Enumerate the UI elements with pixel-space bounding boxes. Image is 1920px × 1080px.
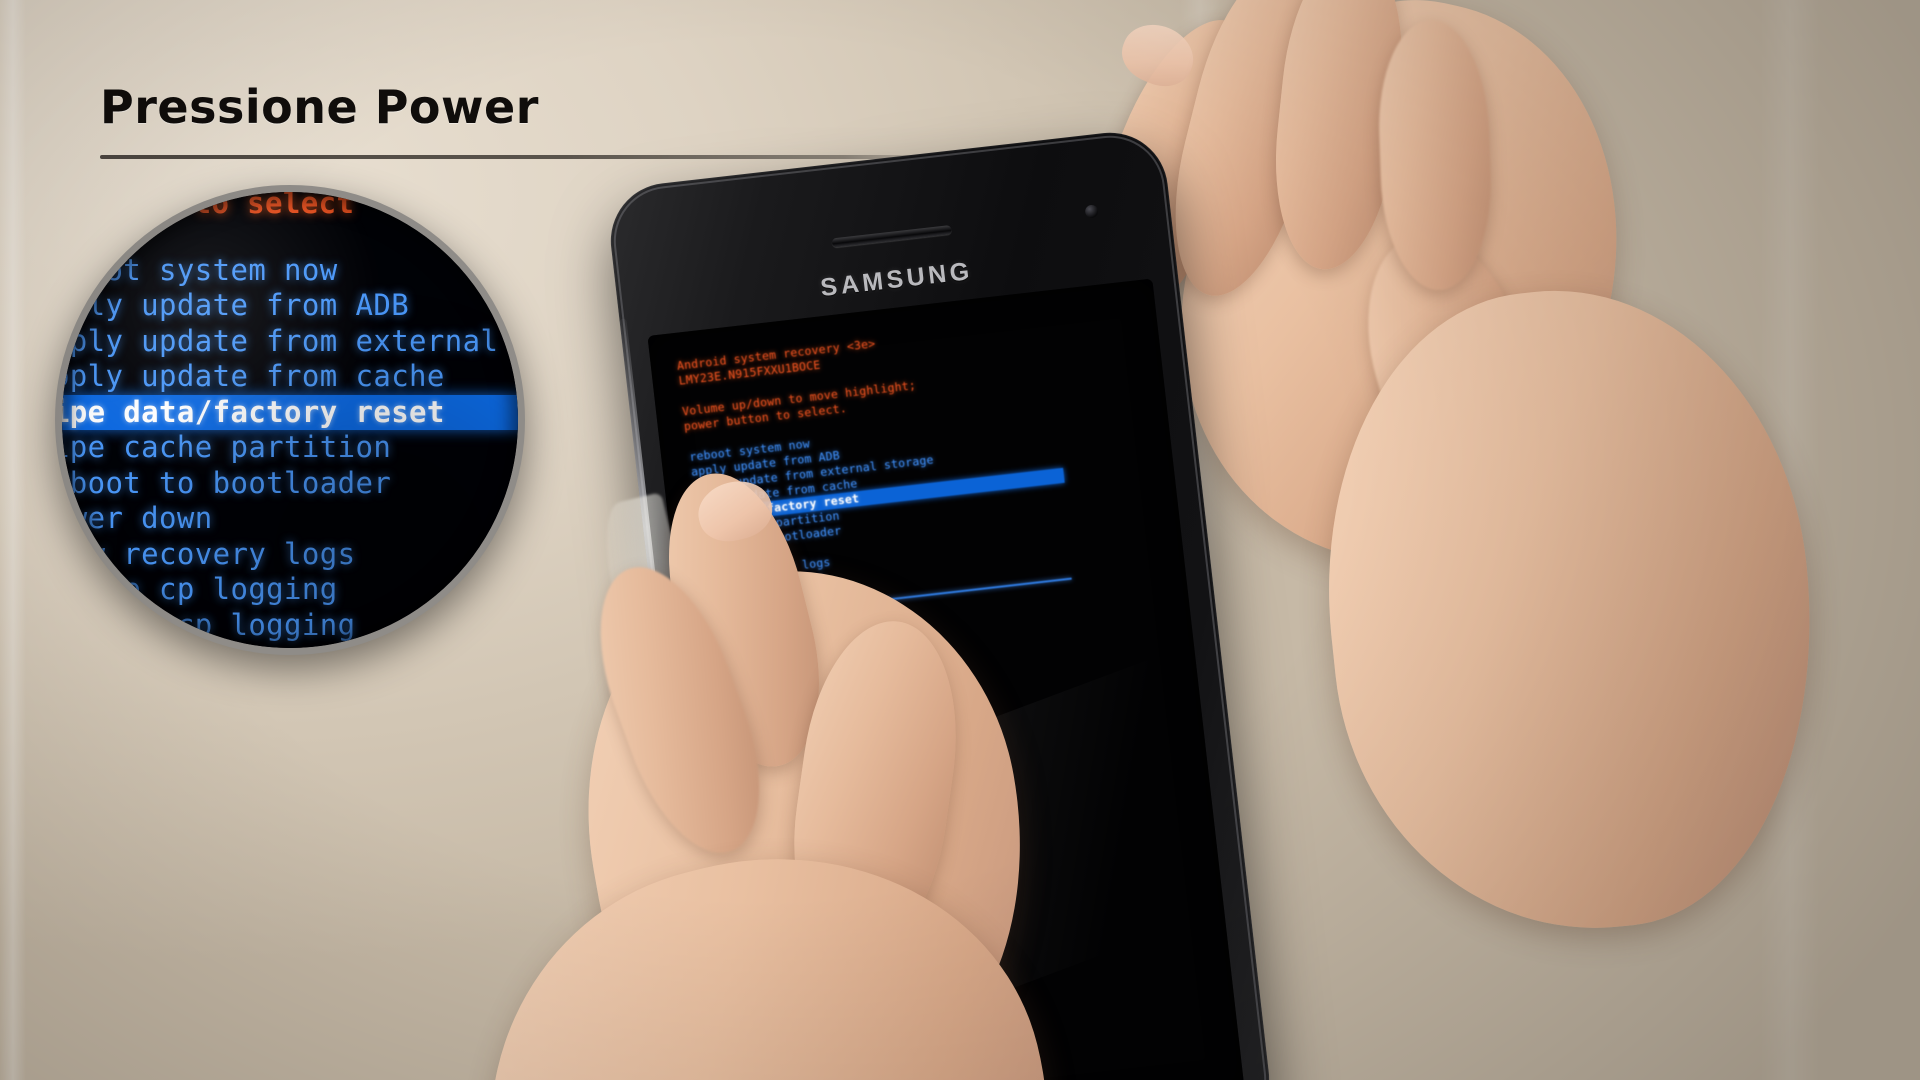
magnified-item-wipe-data-factory-reset[interactable]: wipe data/factory reset xyxy=(62,394,518,430)
phone-brand-logo: SAMSUNG xyxy=(819,256,975,303)
magnified-item-reboot-to-bootloader[interactable]: reboot to bootloader xyxy=(62,466,518,502)
magnified-recovery-menu: on to select reboot system now apply upd… xyxy=(62,192,518,643)
front-camera-lens-icon xyxy=(1084,204,1099,219)
right-forearm xyxy=(1297,266,1843,954)
magnified-item-view-recovery-logs[interactable]: view recovery logs xyxy=(62,537,518,573)
magnified-item-reboot-system-now[interactable]: reboot system now xyxy=(62,253,518,289)
phone-screen[interactable]: Android system recovery <3e> LMY23E.N915… xyxy=(647,278,1245,1080)
right-palm xyxy=(1136,0,1664,598)
magnified-item-enable-cp-logging[interactable]: Enable cp logging xyxy=(62,572,518,608)
magnified-instruction-fragment: on to select xyxy=(140,192,355,220)
background-seam xyxy=(0,0,26,1080)
right-index-nail xyxy=(1113,14,1203,96)
magnifier-loupe: on to select reboot system now apply upd… xyxy=(55,185,525,655)
android-recovery-console: Android system recovery <3e> LMY23E.N915… xyxy=(676,305,1175,622)
phone-in-hands: SAMSUNG Android system recovery <3e> LMY… xyxy=(432,0,1843,1080)
screenshot-stage: Pressione Power SAMSUNG Android system r… xyxy=(0,0,1920,1080)
background-seam xyxy=(1760,0,1820,1080)
right-pinky-finger xyxy=(1375,18,1495,292)
earpiece-speaker-icon xyxy=(831,224,952,248)
magnified-item-apply-update-from-cache[interactable]: apply update from cache xyxy=(62,359,518,395)
magnified-item-wipe-cache-partition[interactable]: wipe cache partition xyxy=(62,430,518,466)
magnifier-content-area: on to select reboot system now apply upd… xyxy=(62,192,518,648)
screen-glare xyxy=(647,624,1245,1080)
magnified-item-disable-cp-logging[interactable]: Disable cp logging xyxy=(62,608,518,644)
right-ring-finger xyxy=(1263,0,1415,276)
magnified-item-apply-update-from-adb[interactable]: apply update from ADB xyxy=(62,288,518,324)
right-thumb xyxy=(1341,215,1569,545)
samsung-phone: SAMSUNG Android system recovery <3e> LMY… xyxy=(592,126,1276,1080)
magnified-item-apply-update-from-external-storage[interactable]: apply update from external storage xyxy=(62,324,518,360)
magnified-item-power-down[interactable]: power down xyxy=(62,501,518,537)
right-middle-finger xyxy=(1150,0,1350,310)
